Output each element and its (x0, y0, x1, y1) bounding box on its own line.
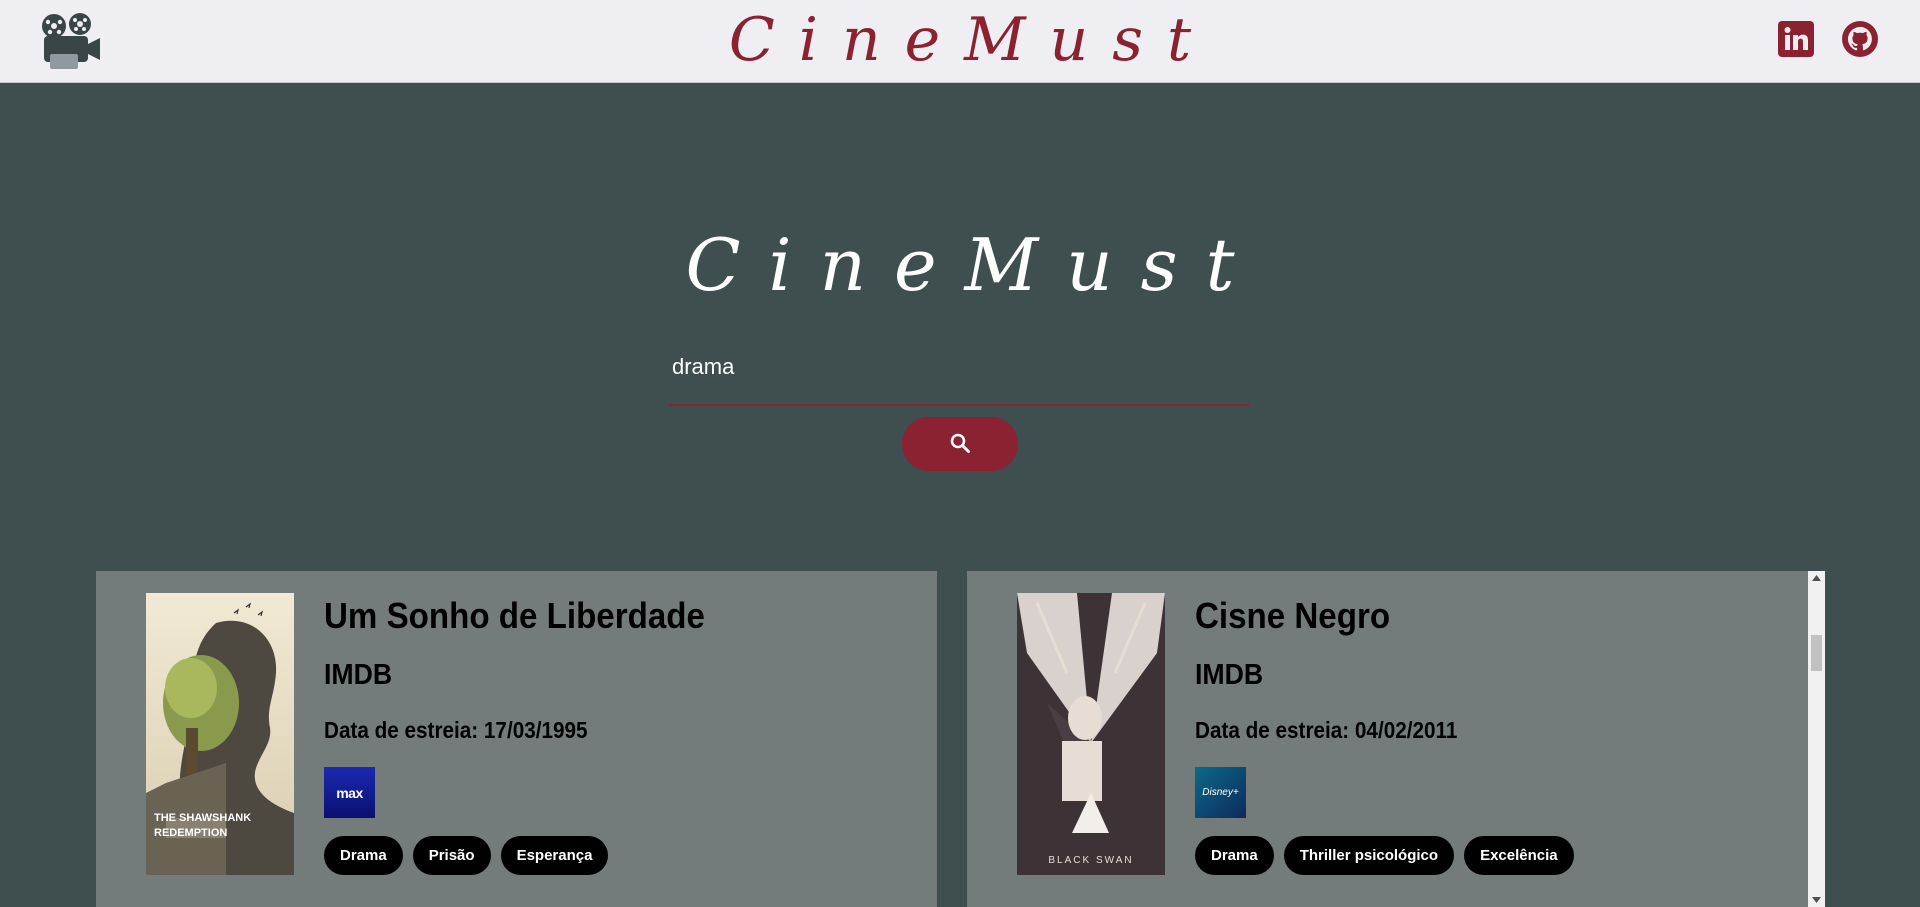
genre-tag[interactable]: Esperança (500, 836, 609, 875)
genre-tag[interactable]: Drama (324, 836, 403, 875)
movie-card[interactable]: THE SHAWSHANK REDEMPTION Um Sonho de Lib… (96, 571, 937, 907)
imdb-label: IMDB (1195, 659, 1264, 691)
results-scrollbar[interactable] (1808, 571, 1825, 907)
genre-tag[interactable]: Excelência (1464, 836, 1574, 875)
provider-name: max (336, 784, 363, 801)
brand-logo-text[interactable]: CineMust (0, 2, 1920, 78)
poster-title: BLACK SWAN (1048, 855, 1133, 866)
movie-title[interactable]: Um Sonho de Liberdade (324, 595, 705, 637)
provider-name: Disney+ (1202, 787, 1239, 798)
max-logo[interactable]: max (324, 767, 375, 818)
search-field[interactable] (669, 340, 1249, 406)
search-input[interactable] (669, 340, 1249, 404)
tag-list: Drama Thriller psicológico Excelência (1195, 836, 1574, 875)
scroll-down-arrow-icon[interactable] (1808, 893, 1825, 907)
movie-title[interactable]: Cisne Negro (1195, 595, 1390, 637)
top-navbar: CineMust (0, 0, 1920, 83)
genre-tag[interactable]: Thriller psicológico (1283, 836, 1455, 875)
poster-title-line: THE SHAWSHANK (154, 812, 251, 824)
genre-tag[interactable]: Prisão (412, 836, 491, 875)
github-icon[interactable] (1840, 19, 1880, 59)
scroll-up-arrow-icon[interactable] (1808, 571, 1825, 585)
imdb-label: IMDB (324, 659, 393, 691)
hero-title: CineMust (685, 223, 1263, 307)
release-date: Data de estreia: 17/03/1995 (324, 717, 588, 743)
search-button[interactable] (902, 417, 1018, 471)
release-date: Data de estreia: 04/02/2011 (1195, 717, 1458, 743)
movie-poster[interactable]: THE SHAWSHANK REDEMPTION (146, 593, 294, 875)
search-icon (949, 432, 971, 457)
linkedin-icon[interactable] (1776, 19, 1816, 59)
tag-list: Drama Prisão Esperança (324, 836, 609, 875)
movie-card[interactable]: BLACK SWAN Cisne Negro IMDB Data de estr… (967, 571, 1808, 907)
poster-title-line: REDEMPTION (154, 827, 227, 839)
movie-poster[interactable]: BLACK SWAN (1017, 593, 1165, 875)
scroll-thumb[interactable] (1811, 635, 1822, 671)
disney-plus-logo[interactable]: Disney+ (1195, 767, 1246, 818)
genre-tag[interactable]: Drama (1195, 836, 1274, 875)
